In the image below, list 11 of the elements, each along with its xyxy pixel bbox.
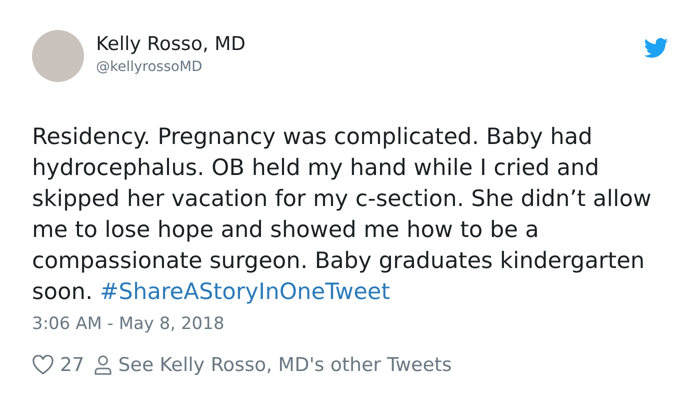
like-count: 27 bbox=[60, 354, 84, 376]
person-icon bbox=[94, 355, 112, 375]
timestamp[interactable]: 3:06 AM - May 8, 2018 bbox=[32, 314, 224, 334]
author-handle: @kellyrossoMD bbox=[96, 59, 204, 75]
profile-link[interactable]: See Kelly Rosso, MD's other Tweets bbox=[118, 354, 452, 376]
heart-icon[interactable] bbox=[32, 355, 54, 375]
bird-logo-icon[interactable] bbox=[644, 38, 668, 58]
author-name: Kelly Rosso, MD bbox=[96, 33, 247, 55]
avatar[interactable] bbox=[32, 30, 84, 82]
tweet-text: Residency. Pregnancy was complicated. Baby had hydrocephalus. OB held my hand while I cried and skipped her vacation for my c-section. She didn’t allow me to lose hope and showed me how to be a compassionate surgeon. Baby graduates kindergarten soon. #ShareAStoryInOneTweet bbox=[32, 123, 652, 307]
hashtag-link[interactable]: #ShareAStoryInOneTweet bbox=[100, 279, 390, 305]
